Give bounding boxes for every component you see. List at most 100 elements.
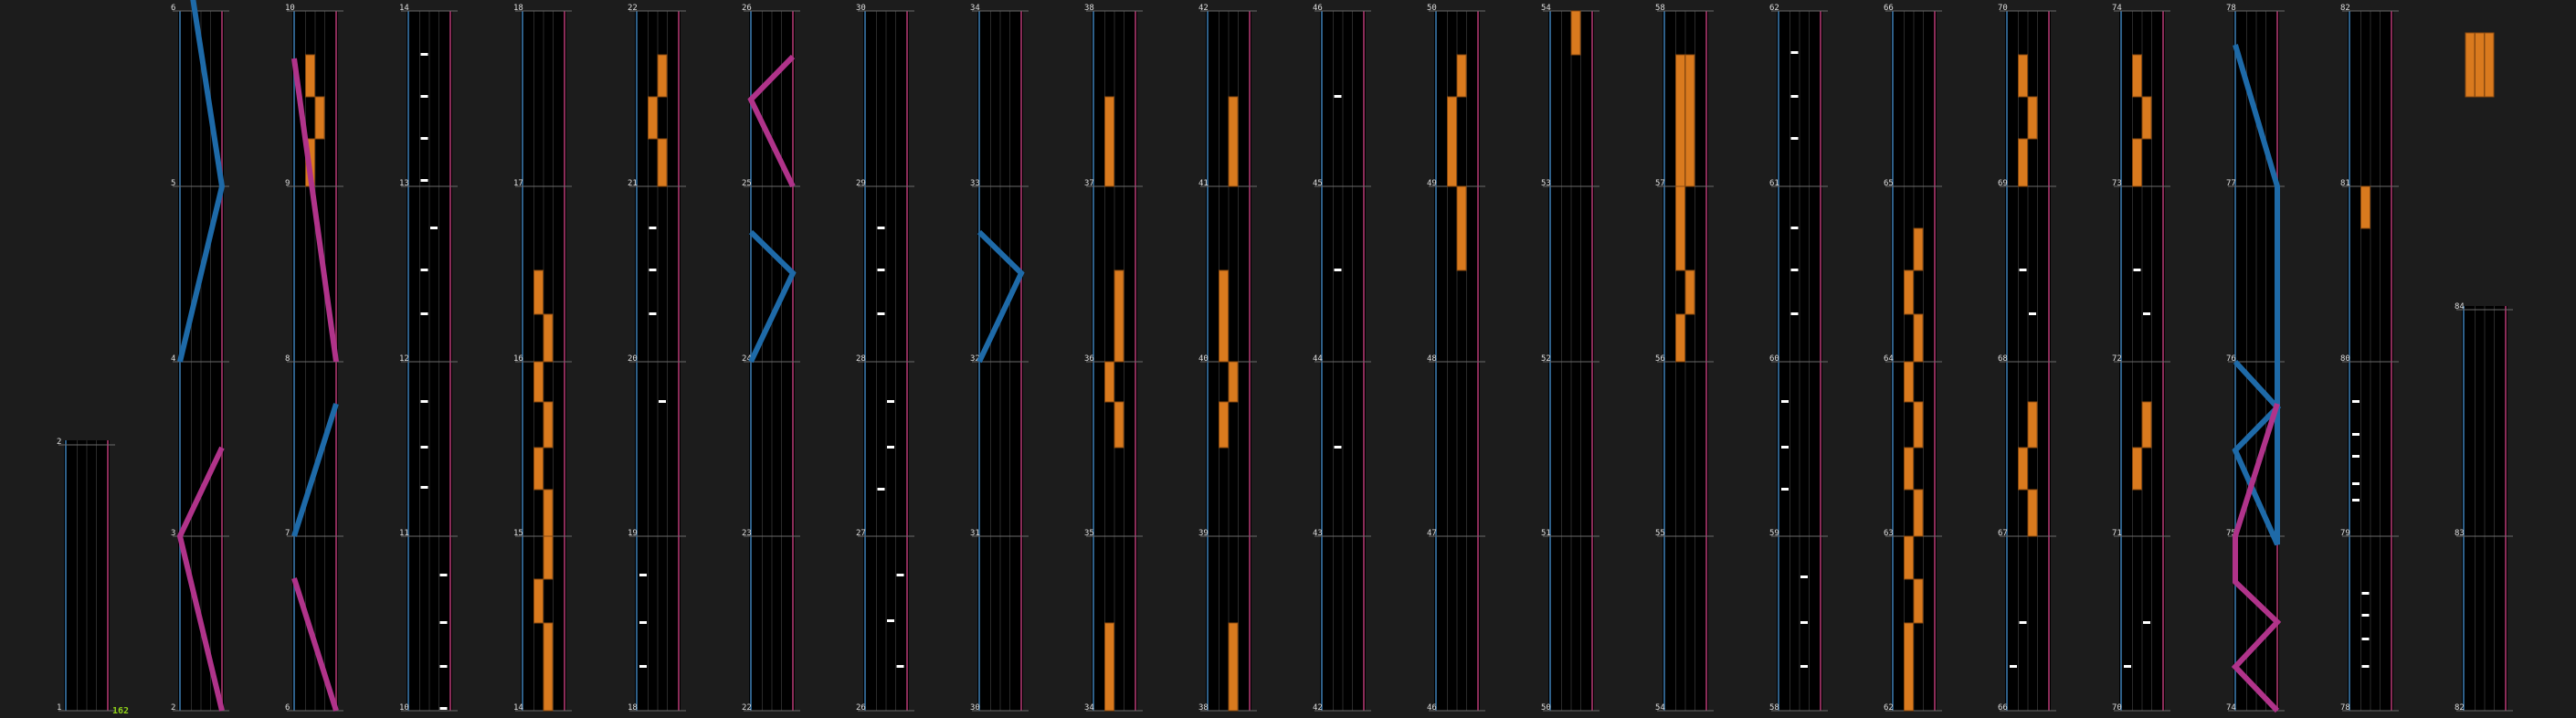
measure-column: 50 51 52 53 54 xyxy=(1541,4,1599,713)
measure-number: 39 xyxy=(1198,529,1209,538)
measure-number: 70 xyxy=(1998,4,2008,13)
measure-column: 66 67 68 69 70 xyxy=(1998,4,2056,713)
hold-note xyxy=(533,269,544,315)
measure-number: 54 xyxy=(1541,4,1551,13)
hold-note xyxy=(1913,227,1924,271)
measure-number: 66 xyxy=(1884,4,1894,13)
measure-column: 42 43 44 45 46 xyxy=(1313,4,1371,713)
measure-number: 55 xyxy=(1655,529,1665,538)
hold-note xyxy=(1913,313,1924,363)
measure-number: 44 xyxy=(1313,354,1323,364)
hold-note xyxy=(1447,96,1457,187)
hold-note xyxy=(1904,361,1914,403)
chip-note xyxy=(1790,269,1799,271)
measure-number: 2 xyxy=(171,703,175,713)
hold-note xyxy=(1904,535,1914,580)
hold-note xyxy=(543,535,554,580)
chip-note xyxy=(439,707,448,710)
hold-note xyxy=(1228,96,1239,187)
measure-number: 84 xyxy=(2455,302,2465,311)
hold-note xyxy=(2027,96,2038,140)
measure-column: 82 83 84 xyxy=(2455,302,2513,713)
hold-note xyxy=(305,54,315,98)
hold-note xyxy=(533,447,544,491)
measure-number: 33 xyxy=(970,179,980,188)
hold-note xyxy=(1913,401,1924,449)
measure-number: 61 xyxy=(1769,179,1779,188)
measure-number: 23 xyxy=(742,529,752,538)
measure-number: 67 xyxy=(1998,529,2008,538)
measure-number: 38 xyxy=(1084,4,1094,13)
chip-note xyxy=(420,486,428,489)
measure-number: 9 xyxy=(285,179,290,188)
measure-number: 14 xyxy=(399,4,409,13)
measure-number: 45 xyxy=(1313,179,1323,188)
chip-note xyxy=(1790,51,1799,54)
chip-note xyxy=(877,312,885,315)
chip-note xyxy=(1790,95,1799,98)
measure-number: 26 xyxy=(856,703,866,713)
hold-note xyxy=(533,361,544,403)
measure-number: 80 xyxy=(2340,354,2350,364)
hold-note xyxy=(314,96,325,140)
hold-note xyxy=(1570,10,1581,56)
chip-note xyxy=(649,227,657,229)
hold-note xyxy=(2132,54,2142,98)
measure-number: 22 xyxy=(628,4,638,13)
measure-number: 6 xyxy=(285,703,290,713)
measure-number: 58 xyxy=(1655,4,1665,13)
hold-note xyxy=(2132,447,2142,491)
hold-note xyxy=(2018,138,2028,187)
combo-counter: 162 xyxy=(112,706,129,716)
chip-note xyxy=(2352,499,2360,502)
measure-number: 34 xyxy=(970,4,980,13)
measure-number: 40 xyxy=(1198,354,1209,364)
hold-note xyxy=(1104,361,1114,403)
measure-number: 57 xyxy=(1655,179,1665,188)
measure-number: 15 xyxy=(513,529,523,538)
chip-note xyxy=(1334,446,1342,449)
measure-number: 82 xyxy=(2340,4,2350,13)
measure-number: 25 xyxy=(742,179,752,188)
hold-note xyxy=(1104,622,1114,712)
chip-note xyxy=(659,400,666,403)
chip-note xyxy=(2361,638,2370,640)
measure-number: 74 xyxy=(2112,4,2122,13)
measure-number: 81 xyxy=(2340,179,2350,188)
chip-note xyxy=(2019,621,2027,624)
measure-number: 19 xyxy=(628,529,638,538)
measure-number: 10 xyxy=(285,4,295,13)
measure-number: 42 xyxy=(1198,4,1209,13)
measure-number: 83 xyxy=(2455,529,2465,538)
measure-number: 30 xyxy=(970,703,980,713)
measure-number: 42 xyxy=(1313,703,1323,713)
chart-preview: 1223456678910101112131414151617181819202… xyxy=(0,0,2576,718)
hold-note xyxy=(2465,32,2476,98)
chip-note xyxy=(887,446,894,449)
hold-note xyxy=(2018,447,2028,491)
measure-number: 17 xyxy=(513,179,523,188)
chip-note xyxy=(2010,665,2017,668)
measure-number: 11 xyxy=(399,529,409,538)
chip-note xyxy=(639,665,647,668)
hold-note xyxy=(543,622,554,712)
hold-note xyxy=(1675,185,1685,271)
chip-note xyxy=(639,574,647,576)
chip-note xyxy=(877,227,885,229)
chip-note xyxy=(1790,137,1799,140)
measure-number: 65 xyxy=(1884,179,1894,188)
measure-number: 18 xyxy=(628,703,638,713)
measure-column: 70 71 72 73 74 xyxy=(2112,4,2170,713)
chip-note xyxy=(439,621,448,624)
chip-note xyxy=(420,95,428,98)
measure-number: 82 xyxy=(2455,703,2465,713)
measure-number: 5 xyxy=(171,179,175,188)
chip-note xyxy=(420,137,428,140)
measure-number: 49 xyxy=(1427,179,1437,188)
measure-number: 56 xyxy=(1655,354,1665,364)
hold-note xyxy=(1684,269,1695,315)
measure-number: 26 xyxy=(742,4,752,13)
measure-number: 1 xyxy=(57,703,61,713)
measure-number: 18 xyxy=(513,4,523,13)
hold-note xyxy=(1114,269,1124,363)
